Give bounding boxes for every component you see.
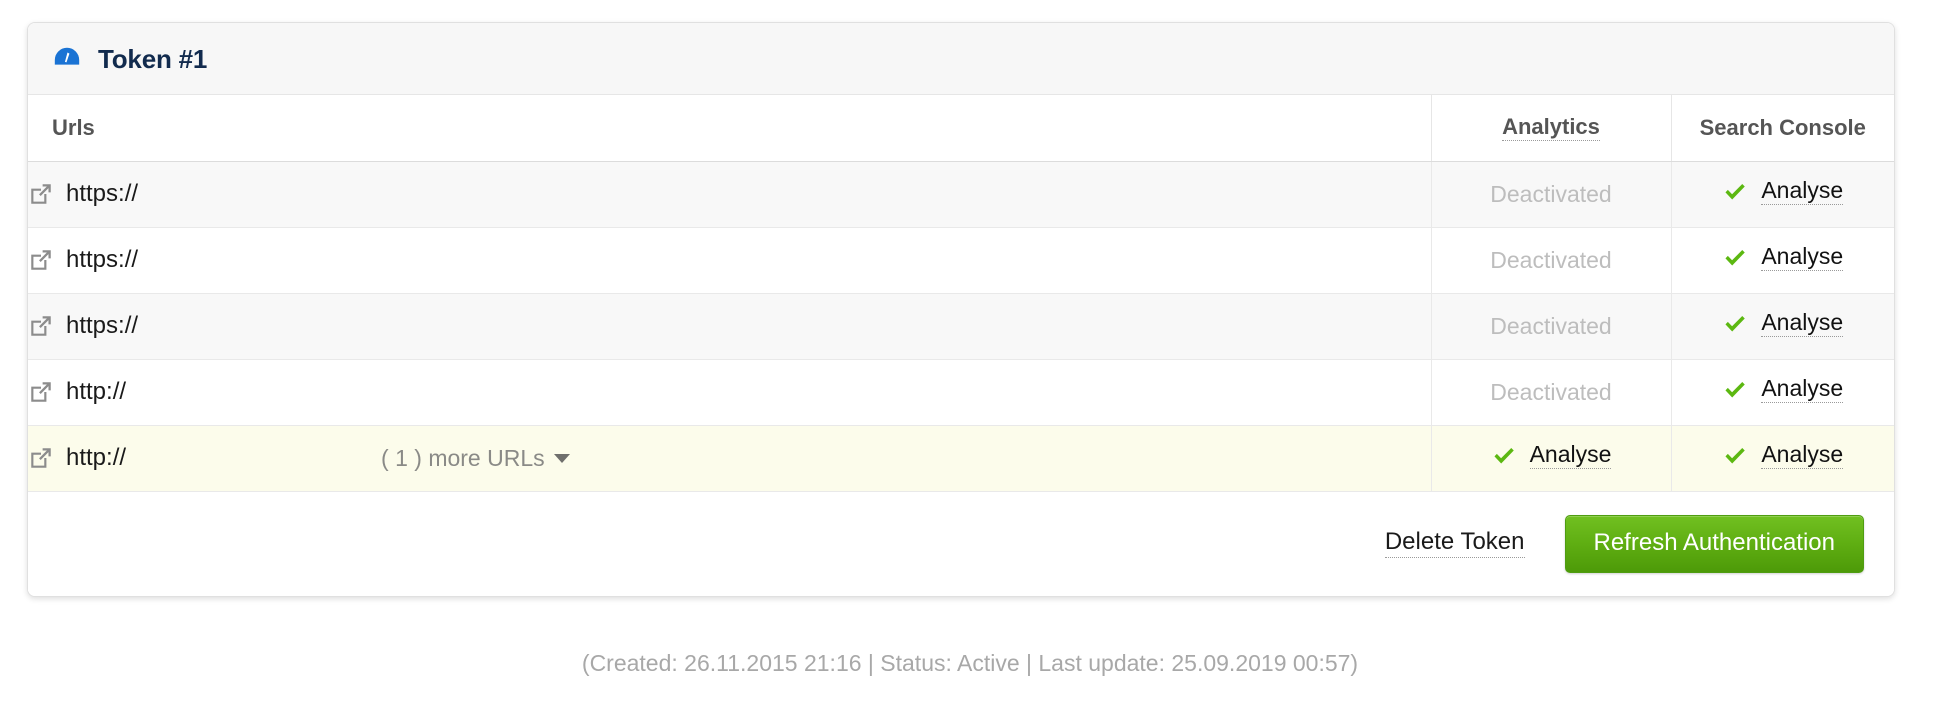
- external-link-icon[interactable]: [28, 379, 66, 405]
- table-row: https:// Deactivated Analyse: [28, 293, 1894, 360]
- cell-url: https://: [28, 161, 1431, 228]
- search-console-analyse-link[interactable]: Analyse: [1761, 244, 1844, 272]
- cell-search-console: Analyse: [1670, 425, 1894, 492]
- check-icon: [1722, 311, 1761, 337]
- analytics-analyse-link[interactable]: Analyse: [1529, 442, 1612, 470]
- search-console-analyse-link[interactable]: Analyse: [1761, 442, 1844, 470]
- external-link-icon[interactable]: [28, 313, 66, 339]
- check-icon: [1722, 377, 1761, 403]
- page-root: Token #1 Urls Analytics Search Console h…: [0, 0, 1940, 710]
- table-row: http:// ( 1 ) more URLs Analyse Analyse: [28, 425, 1894, 492]
- column-header-urls: Urls: [28, 95, 1431, 162]
- external-link-icon[interactable]: [28, 445, 66, 471]
- gauge-icon: [52, 44, 98, 74]
- check-icon: [1722, 443, 1761, 469]
- search-console-analyse-link[interactable]: Analyse: [1761, 310, 1844, 338]
- cell-search-console: Analyse: [1670, 161, 1894, 228]
- page-title: Token #1: [98, 43, 208, 74]
- table-header-row: Urls Analytics Search Console: [28, 95, 1894, 162]
- cell-analytics: Deactivated: [1430, 293, 1671, 360]
- cell-url: http://: [28, 359, 1431, 426]
- cell-search-console: Analyse: [1670, 293, 1894, 360]
- column-header-analytics-label[interactable]: Analytics: [1502, 115, 1600, 142]
- refresh-authentication-button[interactable]: Refresh Authentication: [1564, 514, 1864, 573]
- analytics-status: Deactivated: [1490, 180, 1612, 207]
- search-console-analyse-link[interactable]: Analyse: [1761, 178, 1844, 206]
- external-link-icon[interactable]: [28, 247, 66, 273]
- check-icon: [1722, 245, 1761, 271]
- cell-analytics: Analyse: [1430, 425, 1671, 492]
- table-row: https:// Deactivated Analyse: [28, 227, 1894, 294]
- delete-token-button[interactable]: Delete Token: [1384, 529, 1525, 558]
- column-header-urls-label: Urls: [52, 114, 95, 140]
- table-body: https:// Deactivated Analyse https:// De…: [28, 161, 1894, 492]
- cell-analytics: Deactivated: [1430, 359, 1671, 426]
- check-icon: [1491, 443, 1530, 469]
- url-text[interactable]: http://: [66, 378, 126, 406]
- card-footer: Delete Token Refresh Authentication: [28, 491, 1894, 596]
- cell-url: https://: [28, 227, 1431, 294]
- card-header: Token #1: [28, 23, 1894, 95]
- column-header-search-console: Search Console: [1670, 95, 1894, 162]
- analytics-status: Deactivated: [1490, 312, 1612, 339]
- cell-search-console: Analyse: [1670, 227, 1894, 294]
- analytics-status: Deactivated: [1490, 378, 1612, 405]
- url-text[interactable]: https://: [66, 312, 138, 340]
- more-urls-label: ( 1 ) more URLs: [381, 444, 545, 471]
- more-urls-toggle[interactable]: ( 1 ) more URLs: [381, 445, 570, 472]
- column-header-analytics: Analytics: [1430, 95, 1671, 162]
- url-text[interactable]: http://: [66, 444, 126, 472]
- url-text[interactable]: https://: [66, 180, 138, 208]
- token-meta-line: (Created: 26.11.2015 21:16 | Status: Act…: [581, 650, 1359, 676]
- cell-analytics: Deactivated: [1430, 227, 1671, 294]
- table-row: http:// Deactivated Analyse: [28, 359, 1894, 426]
- column-header-search-console-label: Search Console: [1699, 114, 1866, 140]
- urls-table: Urls Analytics Search Console https:// D…: [28, 95, 1894, 492]
- url-text[interactable]: https://: [66, 246, 138, 274]
- cell-analytics: Deactivated: [1430, 161, 1671, 228]
- table-row: https:// Deactivated Analyse: [28, 161, 1894, 228]
- token-card: Token #1 Urls Analytics Search Console h…: [27, 22, 1895, 597]
- external-link-icon[interactable]: [28, 181, 66, 207]
- cell-url: https://: [28, 293, 1431, 360]
- chevron-down-icon: [553, 453, 570, 463]
- cell-url: http:// ( 1 ) more URLs: [28, 425, 1431, 492]
- analytics-status: Deactivated: [1490, 246, 1612, 273]
- search-console-analyse-link[interactable]: Analyse: [1761, 376, 1844, 404]
- check-icon: [1722, 179, 1761, 205]
- cell-search-console: Analyse: [1670, 359, 1894, 426]
- table-header: Urls Analytics Search Console: [28, 95, 1894, 162]
